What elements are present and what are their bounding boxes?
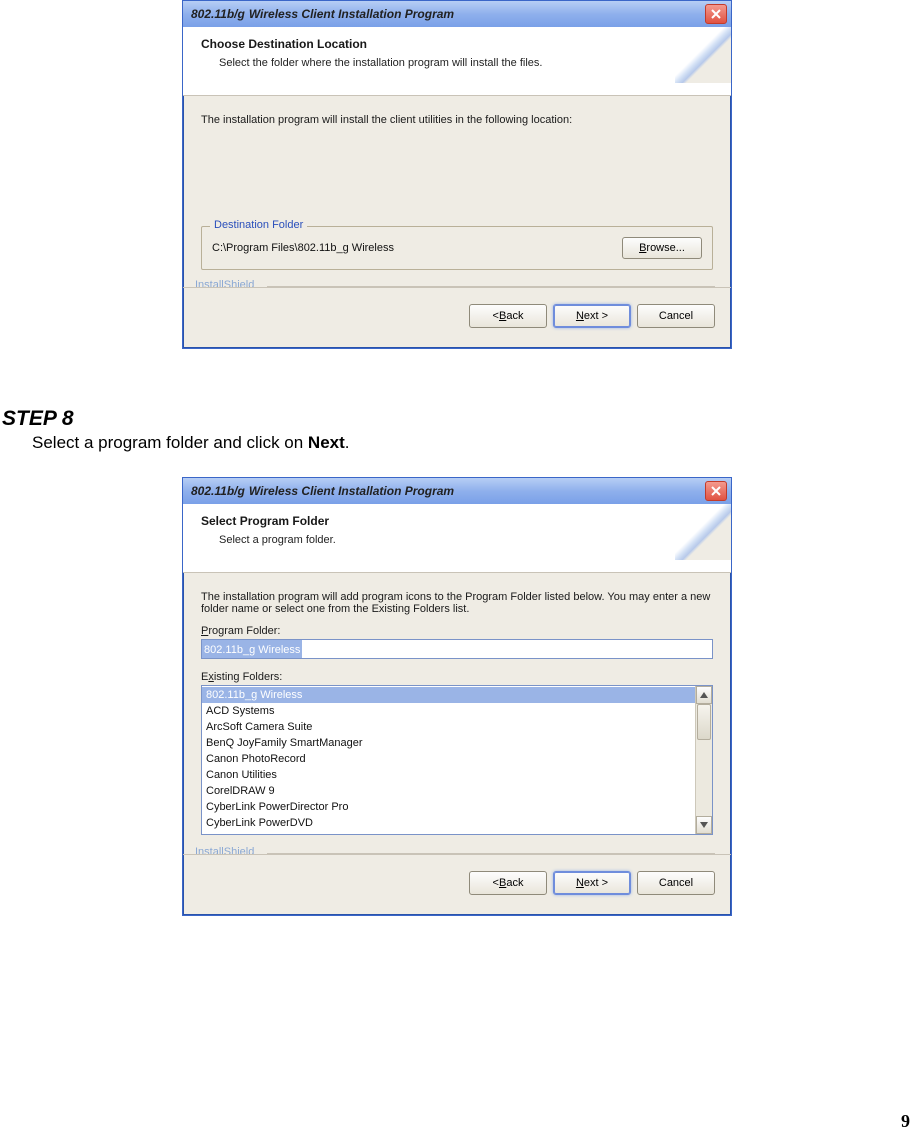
list-item[interactable]: CorelDRAW 9 [202, 783, 695, 799]
next-accel: N [576, 310, 584, 322]
close-button[interactable] [705, 481, 727, 501]
title-part-b: Wireless Client Installation Program [249, 484, 454, 498]
body-text: The installation program will add progra… [201, 591, 713, 615]
page-curl-decoration [675, 504, 731, 560]
body-panel: The installation program will install th… [183, 96, 731, 274]
body-text: The installation program will install th… [201, 114, 713, 126]
footer: < Back Next > Cancel [183, 287, 731, 348]
step-description: Select a program folder and click on Nex… [32, 433, 914, 453]
program-folder-value: 802.11b_g Wireless [202, 640, 302, 658]
back-button[interactable]: < Back [469, 871, 547, 895]
dialog-choose-destination: 802.11b/g Wireless Client Installation P… [182, 0, 732, 349]
destination-folder-legend: Destination Folder [210, 219, 307, 231]
back-accel: B [499, 310, 506, 322]
close-icon [711, 486, 721, 496]
program-folder-input[interactable]: 802.11b_g Wireless [201, 639, 713, 659]
listbox-items: 802.11b_g Wireless ACD Systems ArcSoft C… [202, 686, 695, 834]
footer: < Back Next > Cancel [183, 854, 731, 915]
title-part-a: 802.11b/g [191, 7, 245, 21]
list-item[interactable]: BenQ JoyFamily SmartManager [202, 735, 695, 751]
page-number: 9 [901, 1111, 910, 1132]
next-suffix: ext > [584, 877, 608, 889]
next-button[interactable]: Next > [553, 304, 631, 328]
browse-button[interactable]: Browse... [622, 237, 702, 259]
back-suffix: ack [506, 877, 523, 889]
chevron-down-icon [700, 822, 708, 828]
next-button[interactable]: Next > [553, 871, 631, 895]
back-accel: B [499, 877, 506, 889]
header-title: Choose Destination Location [201, 37, 717, 51]
existing-folders-label: Existing Folders: [201, 671, 713, 683]
list-item[interactable]: ArcSoft Camera Suite [202, 719, 695, 735]
header-subtitle: Select a program folder. [219, 534, 717, 546]
dialog-select-program-folder: 802.11b/g Wireless Client Installation P… [182, 477, 732, 916]
ef-label-rest: isting Folders: [214, 671, 282, 683]
page-curl-decoration [675, 27, 731, 83]
body-panel: The installation program will add progra… [183, 573, 731, 841]
titlebar: 802.11b/g Wireless Client Installation P… [183, 478, 731, 504]
list-item[interactable]: Canon Utilities [202, 767, 695, 783]
destination-folder-group: Destination Folder C:\Program Files\802.… [201, 226, 713, 270]
cancel-label: Cancel [659, 877, 693, 889]
close-icon [711, 9, 721, 19]
list-item[interactable]: ACD Systems [202, 703, 695, 719]
back-button[interactable]: < Back [469, 304, 547, 328]
scrollbar-thumb[interactable] [697, 704, 711, 740]
title-part-a: 802.11b/g [191, 484, 245, 498]
cancel-button[interactable]: Cancel [637, 304, 715, 328]
existing-folders-listbox[interactable]: 802.11b_g Wireless ACD Systems ArcSoft C… [201, 685, 713, 835]
header-title: Select Program Folder [201, 514, 717, 528]
cancel-label: Cancel [659, 310, 693, 322]
step-block: STEP 8 Select a program folder and click… [0, 379, 914, 453]
list-item[interactable]: CyberLink PowerDirector Pro [202, 799, 695, 815]
list-item[interactable]: 802.11b_g Wireless [202, 687, 695, 703]
chevron-up-icon [700, 692, 708, 698]
title-part-b: Wireless Client Installation Program [249, 7, 454, 21]
next-accel: N [576, 877, 584, 889]
scrollbar[interactable] [695, 686, 712, 834]
destination-path: C:\Program Files\802.11b_g Wireless [212, 242, 612, 254]
step-desc-after: . [345, 433, 350, 452]
pf-label-rest: rogram Folder: [208, 625, 280, 637]
close-button[interactable] [705, 4, 727, 24]
header-subtitle: Select the folder where the installation… [219, 57, 717, 69]
scrollbar-track[interactable] [696, 704, 712, 816]
scroll-down-button[interactable] [696, 816, 712, 834]
scroll-up-button[interactable] [696, 686, 712, 704]
back-suffix: ack [506, 310, 523, 322]
cancel-button[interactable]: Cancel [637, 871, 715, 895]
step-desc-before: Select a program folder and click on [32, 433, 308, 452]
step-desc-bold: Next [308, 433, 345, 452]
list-item[interactable]: CyberLink PowerDVD [202, 815, 695, 831]
browse-label: rowse... [646, 242, 685, 254]
header-panel: Select Program Folder Select a program f… [183, 504, 731, 573]
list-item[interactable]: Canon PhotoRecord [202, 751, 695, 767]
titlebar: 802.11b/g Wireless Client Installation P… [183, 1, 731, 27]
header-panel: Choose Destination Location Select the f… [183, 27, 731, 96]
step-label: STEP 8 [2, 407, 914, 431]
program-folder-label: Program Folder: [201, 625, 713, 637]
next-suffix: ext > [584, 310, 608, 322]
